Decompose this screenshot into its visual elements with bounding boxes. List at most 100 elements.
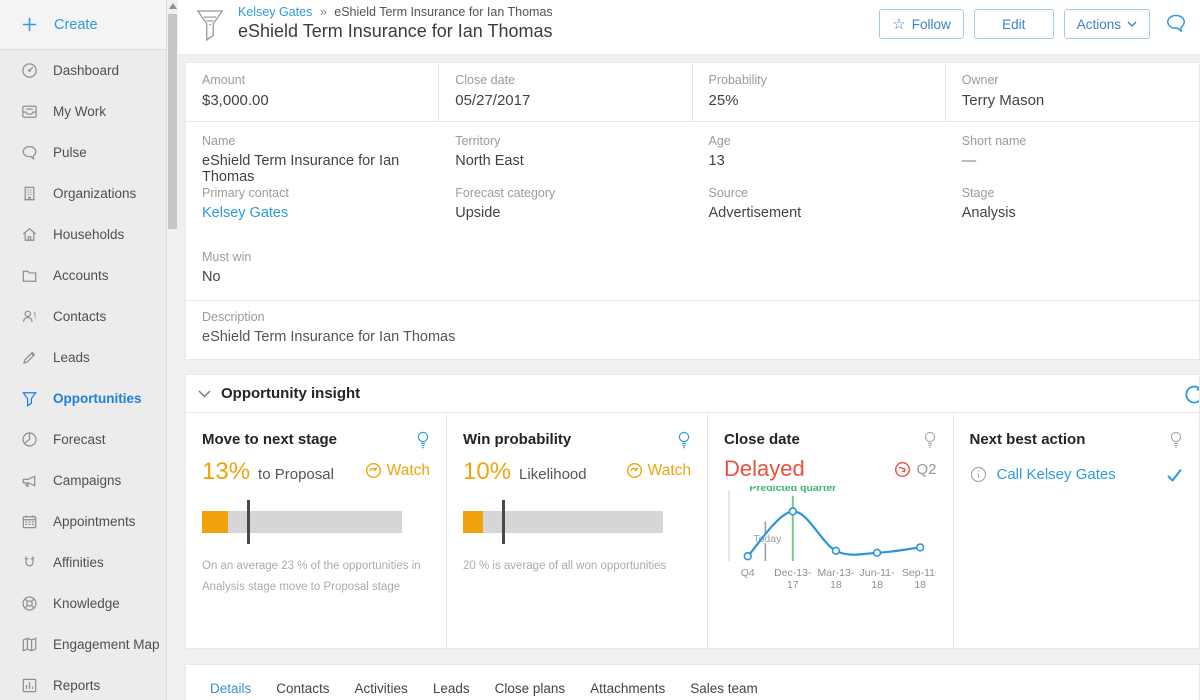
tab-close-plans[interactable]: Close plans bbox=[495, 681, 566, 700]
sidebar-item-accounts[interactable]: Accounts bbox=[0, 255, 178, 296]
svg-text:18: 18 bbox=[914, 579, 926, 590]
actions-button[interactable]: Actions bbox=[1064, 9, 1150, 39]
feed-chat-icon[interactable] bbox=[1164, 12, 1188, 36]
chevron-down-icon bbox=[1127, 21, 1137, 27]
folder-icon bbox=[20, 266, 39, 285]
field-value: Terry Mason bbox=[962, 92, 1183, 109]
insight-note: 20 % is average of all won opportunities bbox=[463, 556, 691, 577]
collapse-chevron-icon[interactable] bbox=[198, 390, 211, 398]
main-content: Kelsey Gates » eShield Term Insurance fo… bbox=[178, 0, 1200, 700]
create-button[interactable]: Create bbox=[0, 0, 178, 50]
breadcrumb-link[interactable]: Kelsey Gates bbox=[238, 5, 312, 19]
field-short-name: Short name — bbox=[946, 126, 1199, 178]
tab-attachments[interactable]: Attachments bbox=[590, 681, 665, 700]
create-label: Create bbox=[54, 17, 98, 33]
sidebar-item-engagement-map[interactable]: Engagement Map bbox=[0, 624, 178, 665]
field-territory: Territory North East bbox=[439, 126, 692, 178]
insight-card-title: Close date bbox=[724, 431, 800, 448]
sidebar-item-reports[interactable]: Reports bbox=[0, 665, 178, 700]
insight-card-move-stage: Move to next stage 13% to Proposal Watch… bbox=[186, 413, 447, 648]
field-label: Source bbox=[709, 186, 930, 200]
field-value: Upside bbox=[455, 205, 676, 221]
next-action-link[interactable]: Call Kelsey Gates bbox=[997, 466, 1116, 483]
insight-card-next-action: Next best action Call Kelsey Gates bbox=[954, 413, 1200, 648]
edit-button[interactable]: Edit bbox=[974, 9, 1054, 39]
watch-button[interactable]: Watch bbox=[365, 462, 430, 480]
sidebar-item-label: Appointments bbox=[53, 514, 136, 529]
field-description: Description eShield Term Insurance for I… bbox=[186, 301, 1199, 359]
insight-card-title: Move to next stage bbox=[202, 431, 337, 448]
magnet-icon bbox=[20, 553, 39, 572]
sidebar-item-dashboard[interactable]: Dashboard bbox=[0, 50, 178, 91]
tab-details[interactable]: Details bbox=[210, 681, 251, 700]
field-primary-contact: Primary contact Kelsey Gates bbox=[186, 178, 439, 230]
inbox-icon bbox=[20, 102, 39, 121]
sidebar-item-label: My Work bbox=[53, 104, 106, 119]
sidebar-item-label: Leads bbox=[53, 350, 90, 365]
svg-text:Jun-11-: Jun-11- bbox=[860, 567, 895, 579]
opportunity-funnel-icon bbox=[195, 8, 225, 44]
plus-icon bbox=[20, 15, 39, 34]
sidebar: Create Dashboard My Work Pulse Organizat… bbox=[0, 0, 178, 700]
predicted-quarter-value: Q2 bbox=[916, 461, 936, 478]
field-name: Name eShield Term Insurance for Ian Thom… bbox=[186, 126, 439, 178]
info-icon[interactable] bbox=[970, 466, 987, 483]
svg-text:Sep-11-: Sep-11- bbox=[902, 567, 936, 579]
field-label: Stage bbox=[962, 186, 1183, 200]
field-value: — bbox=[962, 153, 1183, 169]
lightbulb-icon[interactable] bbox=[677, 431, 691, 450]
field-forecast-category: Forecast category Upside bbox=[439, 178, 692, 230]
field-value: Advertisement bbox=[709, 205, 930, 221]
sidebar-item-organizations[interactable]: Organizations bbox=[0, 173, 178, 214]
tab-leads[interactable]: Leads bbox=[433, 681, 470, 700]
field-label: Description bbox=[202, 310, 1183, 324]
complete-check-icon[interactable] bbox=[1166, 468, 1183, 482]
follow-button[interactable]: ☆ Follow bbox=[879, 9, 963, 39]
page-title: eShield Term Insurance for Ian Thomas bbox=[238, 21, 553, 42]
lightbulb-icon[interactable] bbox=[923, 431, 937, 450]
building-icon bbox=[20, 184, 39, 203]
sidebar-item-label: Affinities bbox=[53, 555, 104, 570]
close-date-chart: TodayPredicted quarterQ4Dec-13-17Mar-13-… bbox=[724, 486, 936, 590]
scrollbar-thumb[interactable] bbox=[168, 14, 177, 229]
tab-sales-team[interactable]: Sales team bbox=[690, 681, 758, 700]
lightbulb-icon[interactable] bbox=[416, 431, 430, 450]
sidebar-item-affinities[interactable]: Affinities bbox=[0, 542, 178, 583]
insight-note: On an average 23 % of the opportunities … bbox=[202, 556, 430, 599]
breadcrumb: Kelsey Gates » eShield Term Insurance fo… bbox=[238, 5, 553, 19]
primary-contact-link[interactable]: Kelsey Gates bbox=[202, 205, 423, 221]
progress-fill bbox=[202, 511, 228, 533]
sidebar-item-appointments[interactable]: Appointments bbox=[0, 501, 178, 542]
field-label: Short name bbox=[962, 134, 1183, 148]
follow-label: Follow bbox=[912, 17, 951, 32]
tab-activities[interactable]: Activities bbox=[355, 681, 408, 700]
sidebar-item-households[interactable]: Households bbox=[0, 214, 178, 255]
sidebar-item-pulse[interactable]: Pulse bbox=[0, 132, 178, 173]
sidebar-item-forecast[interactable]: Forecast bbox=[0, 419, 178, 460]
field-label: Owner bbox=[962, 73, 1183, 87]
sidebar-item-knowledge[interactable]: Knowledge bbox=[0, 583, 178, 624]
field-must-win: Must win No bbox=[186, 242, 439, 294]
sidebar-item-my-work[interactable]: My Work bbox=[0, 91, 178, 132]
close-date-status: Delayed bbox=[724, 456, 805, 482]
progress-track bbox=[202, 511, 402, 533]
svg-text:17: 17 bbox=[787, 579, 799, 590]
sidebar-item-contacts[interactable]: Contacts bbox=[0, 296, 178, 337]
insight-card-win-probability: Win probability 10% Likelihood Watch 20 … bbox=[447, 413, 708, 648]
lightbulb-icon[interactable] bbox=[1169, 431, 1183, 450]
insight-cards-row: Move to next stage 13% to Proposal Watch… bbox=[186, 413, 1199, 648]
field-value: No bbox=[202, 269, 423, 285]
sidebar-item-campaigns[interactable]: Campaigns bbox=[0, 460, 178, 501]
sidebar-scrollbar[interactable] bbox=[166, 0, 178, 700]
stage-percent: 13% bbox=[202, 458, 250, 486]
insight-card-title: Win probability bbox=[463, 431, 571, 448]
scrollbar-up-arrow[interactable] bbox=[169, 3, 177, 9]
sidebar-item-opportunities[interactable]: Opportunities bbox=[0, 378, 178, 419]
field-value: 25% bbox=[709, 92, 929, 109]
sidebar-item-leads[interactable]: Leads bbox=[0, 337, 178, 378]
tab-contacts[interactable]: Contacts bbox=[276, 681, 329, 700]
refresh-icon[interactable] bbox=[1183, 383, 1199, 405]
watch-button[interactable]: Watch bbox=[626, 462, 691, 480]
svg-text:18: 18 bbox=[871, 579, 883, 590]
page-header: Kelsey Gates » eShield Term Insurance fo… bbox=[178, 0, 1200, 55]
